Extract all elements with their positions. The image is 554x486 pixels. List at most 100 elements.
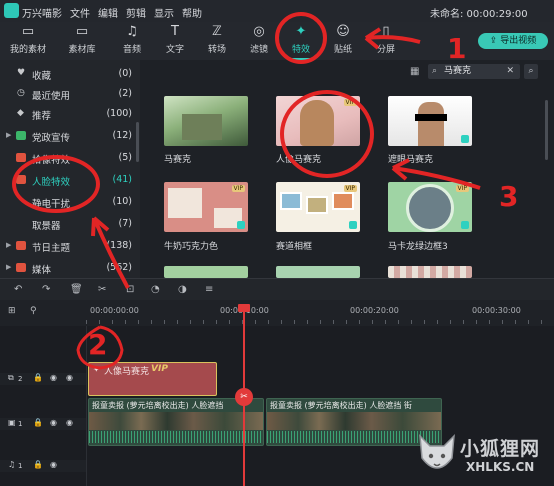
effect-thumbnail-milk-chocolate[interactable]: VIP — [164, 182, 248, 232]
effect-thumbnail-partial[interactable] — [276, 266, 360, 278]
tab-transition[interactable]: ℤ 转场 — [197, 22, 237, 60]
sidebar-item-count: (100) — [106, 108, 132, 119]
tab-audio[interactable]: ♫ 音频 — [112, 22, 152, 60]
app-name: 万兴喵影 — [22, 9, 62, 20]
scissors-icon[interactable]: ✂ — [98, 284, 106, 295]
visibility-eye-icon[interactable]: ◉ — [66, 373, 73, 382]
tab-text[interactable]: T 文字 — [155, 22, 195, 60]
cloud-folder-icon: ▭ — [75, 24, 89, 39]
video-track-icon: ▣ — [8, 418, 16, 427]
app-logo-icon — [4, 3, 19, 18]
vip-badge: VIP — [455, 185, 469, 192]
annotation-number-1: 1 — [447, 32, 467, 65]
video-clip-1[interactable]: 报童卖报 (萝元培离校出走) 人脸遮挡 — [88, 398, 264, 446]
delete-icon[interactable]: 🗑 — [70, 284, 83, 295]
tab-filter[interactable]: ◎ 滤镜 — [239, 22, 279, 60]
menu-edit[interactable]: 编辑 — [98, 5, 118, 20]
clear-search-icon[interactable]: ✕ — [506, 64, 514, 79]
magic-wand-icon: ✦ — [93, 365, 100, 374]
effect-label: 牛奶巧克力色 — [164, 242, 219, 252]
sidebar-scrollbar[interactable] — [136, 122, 139, 162]
tag-icon — [16, 263, 26, 272]
effect-thumbnail-eye-mosaic[interactable] — [388, 96, 472, 146]
clock-icon: ◷ — [17, 88, 25, 98]
undo-icon[interactable]: ↶ — [14, 284, 22, 295]
effect-thumbnail-race-frame[interactable]: VIP — [276, 182, 360, 232]
timeline-ruler[interactable]: ⊞ ⚲ 00:00:00:00 00:00:10:00 00:00:20:00 … — [0, 300, 554, 326]
eye-bar — [415, 114, 447, 121]
sidebar-item-count: (41) — [112, 174, 132, 185]
sidebar-item-count: (12) — [112, 130, 132, 141]
expand-arrow-icon[interactable]: ▶ — [6, 263, 11, 271]
sidebar-item-recent[interactable]: ◷ 最近使用 (2) — [0, 84, 140, 104]
menu-help[interactable]: 帮助 — [182, 5, 202, 20]
menu-file[interactable]: 文件 — [70, 5, 90, 20]
link-icon[interactable]: ⚲ — [30, 306, 37, 316]
sidebar-item-face-effects[interactable]: 人脸特效 (41) — [0, 170, 140, 190]
lock-icon[interactable]: 🔒 — [33, 418, 43, 427]
redo-icon[interactable]: ↷ — [42, 284, 50, 295]
tab-effects[interactable]: ✦ 特效 — [281, 22, 321, 60]
effects-search-input[interactable]: ⌕ 马赛克 ✕ — [428, 64, 520, 79]
sidebar-item-label: 最近使用 — [32, 91, 71, 102]
tab-stock-library[interactable]: ▭ 素材库 — [62, 22, 102, 60]
menu-view[interactable]: 显示 — [154, 5, 174, 20]
expand-arrow-icon[interactable]: ▶ — [6, 131, 11, 139]
audio-settings-icon[interactable]: ≡ — [205, 284, 213, 295]
tab-my-media[interactable]: ▭ 我的素材 — [8, 22, 48, 60]
video-editor-window: 万兴喵影 文件 编辑 剪辑 显示 帮助 未命名: 00:00:29:00 ▭ 我的… — [0, 0, 554, 486]
audio-waveform — [89, 431, 263, 443]
split-screen-icon: ▯ — [382, 24, 390, 39]
effect-thumbnail-partial[interactable] — [164, 266, 248, 278]
annotation-number-3: 3 — [499, 180, 519, 213]
scissors-icon: ✂ — [240, 392, 248, 402]
speed-icon[interactable]: ◔ — [151, 284, 160, 295]
effect-thumbnail-partial[interactable] — [388, 266, 472, 278]
thumbnail-image — [306, 196, 328, 214]
audio-track-icon: ♫ — [8, 460, 16, 469]
tab-sticker[interactable]: ☺ 贴纸 — [323, 22, 363, 60]
effect-thumbnail-portrait-mosaic[interactable]: VIP — [276, 96, 360, 146]
effect-thumbnail-mosaic[interactable] — [164, 96, 248, 146]
sidebar-item-holiday-theme[interactable]: ▶ 节日主题 (138) — [0, 236, 140, 256]
sidebar-item-media[interactable]: ▶ 媒体 (562) — [0, 258, 140, 278]
add-track-icon[interactable]: ⊞ — [8, 306, 16, 316]
effects-grid-scrollbar[interactable] — [545, 100, 548, 160]
mute-icon[interactable]: ◉ — [50, 418, 57, 427]
folder-icon: ▭ — [21, 24, 35, 39]
sidebar-item-favorites[interactable]: ♥ 收藏 (0) — [0, 64, 140, 84]
media-toolbar: ▭ 我的素材 ▭ 素材库 ♫ 音频 T 文字 ℤ 转场 ◎ 滤镜 ✦ 特效 ☺ 贴纸 ▯ 分屏 — [0, 22, 554, 60]
ruler-mark: 00:00:20:00 — [350, 306, 399, 315]
effect-label: 人像马赛克 — [276, 155, 322, 165]
search-button[interactable]: ⌕ — [524, 64, 538, 79]
crop-icon[interactable]: ⊡ — [126, 284, 134, 295]
lock-icon[interactable]: 🔒 — [33, 460, 43, 469]
grid-view-icon[interactable]: ▦ — [410, 66, 419, 77]
visibility-eye-icon[interactable]: ◉ — [50, 373, 57, 382]
sidebar-item-viewfinder[interactable]: 取景器 (7) — [0, 214, 140, 234]
sidebar-item-party-promo[interactable]: ▶ 党政宣传 (12) — [0, 126, 140, 146]
visibility-eye-icon[interactable]: ◉ — [66, 418, 73, 427]
download-icon[interactable] — [461, 221, 469, 229]
filter-icon: ◎ — [253, 24, 265, 39]
effect-track-icon: ⧉ — [8, 373, 14, 382]
sidebar-item-static-noise[interactable]: 静电干扰 (10) — [0, 192, 140, 212]
menu-clip[interactable]: 剪辑 — [126, 5, 146, 20]
effect-clip-portrait-mosaic[interactable]: ✦ 人像马赛克 VIP — [88, 362, 217, 396]
sidebar-item-shoot-effects[interactable]: 拾像特效 (5) — [0, 148, 140, 168]
download-icon[interactable] — [349, 221, 357, 229]
lock-icon[interactable]: 🔒 — [33, 373, 43, 382]
sidebar-item-recommended[interactable]: ◆ 推荐 (100) — [0, 104, 140, 124]
mute-icon[interactable]: ◉ — [50, 460, 57, 469]
tab-split-screen[interactable]: ▯ 分屏 — [366, 22, 406, 60]
playhead-split-handle[interactable]: ✂ — [235, 388, 253, 406]
effect-label: 赛道相框 — [276, 242, 313, 252]
effect-thumbnail-macaron-green-frame[interactable]: VIP — [388, 182, 472, 232]
color-icon[interactable]: ◑ — [178, 284, 187, 295]
vip-badge: VIP — [343, 99, 357, 106]
download-icon[interactable] — [237, 221, 245, 229]
vip-badge: VIP — [343, 185, 357, 192]
export-video-button[interactable]: ⇪ 导出视频 — [478, 33, 548, 49]
expand-arrow-icon[interactable]: ▶ — [6, 241, 11, 249]
download-icon[interactable] — [461, 135, 469, 143]
